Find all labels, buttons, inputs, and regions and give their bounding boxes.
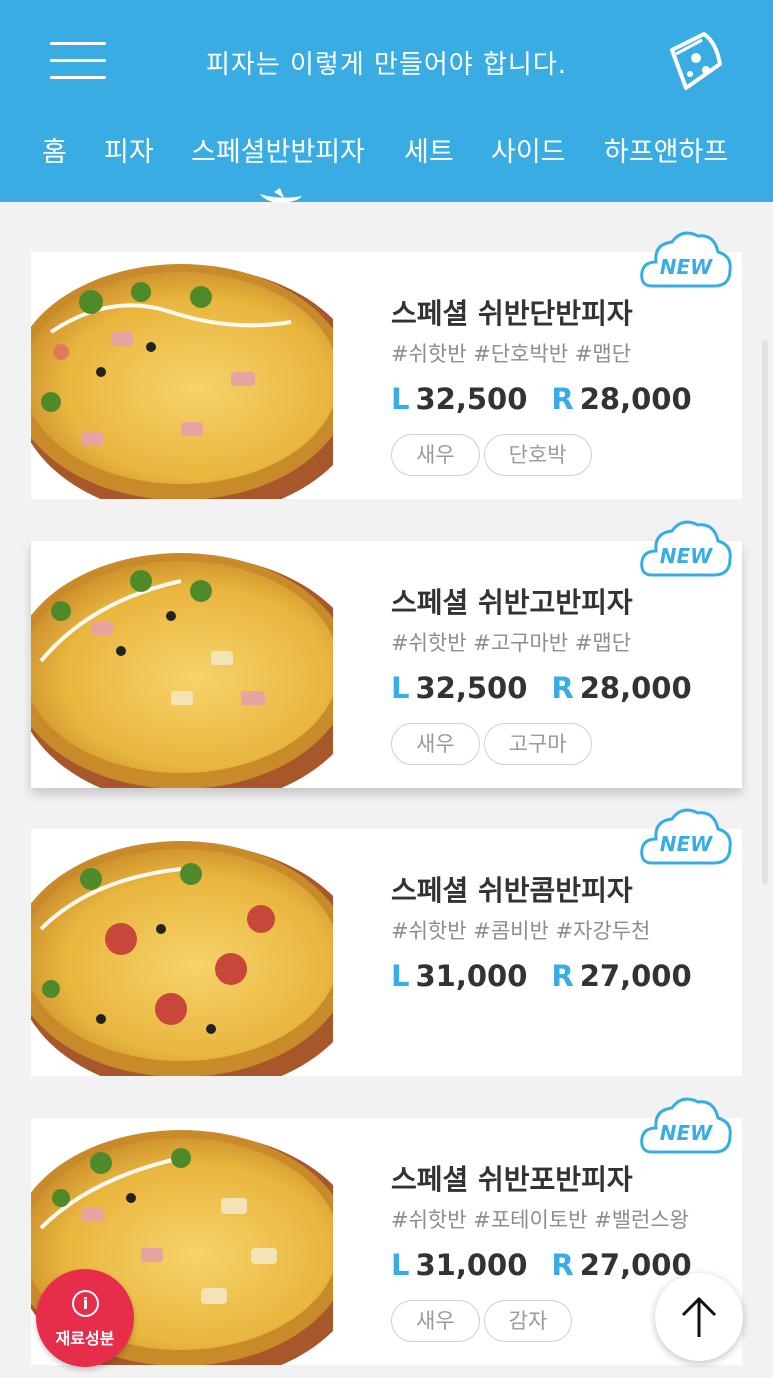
product-name: 스페셜 쉬반포반피자 — [391, 1163, 633, 1196]
scrollbar[interactable] — [762, 340, 768, 885]
size-r-label: R — [551, 1248, 574, 1282]
size-r-label: R — [551, 959, 574, 993]
ingredient-chips: 새우 감자 — [391, 1300, 576, 1342]
app-header: 피자는 이렇게 만들어야 합니다. 홈 피자 스페셜반반피자 세트 사이드 하프… — [0, 0, 773, 203]
product-card[interactable]: NEW 스페셜 쉬반포반피자 #쉬핫반 #포테이토반 #밸런스왕 L 31,000… — [31, 1097, 742, 1365]
pizza-image — [31, 264, 333, 499]
product-name: 스페셜 쉬반고반피자 — [391, 586, 633, 619]
ingredient-chips: 새우 고구마 — [391, 723, 596, 765]
product-tags: #쉬핫반 #단호박반 #맵단 — [391, 342, 632, 366]
price-l: 32,500 — [415, 382, 528, 416]
tab-half-and-half[interactable]: 하프앤하프 — [604, 130, 728, 169]
product-tags: #쉬핫반 #고구마반 #맵단 — [391, 631, 632, 655]
ingredient-chip[interactable]: 감자 — [483, 1300, 573, 1342]
arrow-up-icon — [681, 1296, 717, 1337]
active-tab-plane-icon — [260, 188, 302, 203]
product-card[interactable]: NEW 스페셜 쉬반고반피자 #쉬핫반 #고구마반 #맵단 L 32,500 R 28… — [31, 520, 742, 788]
product-prices: L 32,500 R 28,000 — [391, 382, 692, 416]
product-prices: L 31,000 R 27,000 — [391, 1248, 692, 1282]
price-r: 27,000 — [579, 1248, 692, 1282]
svg-text:NEW: NEW — [660, 832, 713, 856]
price-r: 27,000 — [579, 959, 692, 993]
price-l: 31,000 — [415, 1248, 528, 1282]
product-name: 스페셜 쉬반콤반피자 — [391, 874, 633, 907]
tab-set[interactable]: 세트 — [404, 130, 454, 169]
new-badge-icon: NEW — [640, 231, 732, 288]
tab-home[interactable]: 홈 — [42, 130, 67, 169]
svg-text:NEW: NEW — [660, 1121, 713, 1145]
product-tags: #쉬핫반 #포테이토반 #밸런스왕 — [391, 1208, 689, 1232]
pizza-image — [31, 553, 333, 788]
ingredient-chip[interactable]: 새우 — [391, 723, 480, 765]
size-l-label: L — [391, 671, 410, 705]
size-l-label: L — [391, 1248, 410, 1282]
product-card[interactable]: NEW 스페셜 쉬반콤반피자 #쉬핫반 #콤비반 #자강두천 L 31,000 R 2… — [31, 808, 742, 1076]
pizza-slice-logo-icon[interactable] — [666, 30, 724, 92]
scroll-to-top-button[interactable] — [655, 1273, 743, 1361]
svg-text:NEW: NEW — [660, 255, 713, 279]
pizza-image — [31, 841, 333, 1076]
product-prices: L 31,000 R 27,000 — [391, 959, 692, 993]
product-name: 스페셜 쉬반단반피자 — [391, 297, 633, 330]
product-prices: L 32,500 R 28,000 — [391, 671, 692, 705]
ingredient-chip[interactable]: 고구마 — [483, 723, 592, 765]
ingredient-info-label: 재료성분 — [55, 1329, 115, 1348]
price-r: 28,000 — [579, 671, 692, 705]
size-r-label: R — [551, 671, 574, 705]
size-l-label: L — [391, 959, 410, 993]
price-r: 28,000 — [579, 382, 692, 416]
product-tags: #쉬핫반 #콤비반 #자강두천 — [391, 919, 651, 943]
size-l-label: L — [391, 382, 410, 416]
info-icon: i — [72, 1290, 99, 1317]
ingredient-chip[interactable]: 새우 — [391, 1300, 480, 1342]
ingredient-chip[interactable]: 새우 — [391, 434, 480, 476]
tab-special-half[interactable]: 스페셜반반피자 — [191, 130, 365, 169]
product-card[interactable]: NEW 스페셜 쉬반단반피자 #쉬핫반 #단호박반 #맵단 L 32,500 R 28… — [31, 231, 742, 499]
svg-text:NEW: NEW — [660, 544, 713, 568]
price-l: 32,500 — [415, 671, 528, 705]
category-tabs: 홈 피자 스페셜반반피자 세트 사이드 하프앤하프 — [0, 130, 773, 174]
tab-pizza[interactable]: 피자 — [104, 130, 154, 169]
page-title: 피자는 이렇게 만들어야 합니다. — [205, 50, 568, 80]
price-l: 31,000 — [415, 959, 528, 993]
new-badge-icon: NEW — [640, 808, 732, 865]
new-badge-icon: NEW — [640, 1097, 732, 1154]
ingredient-info-button[interactable]: i 재료성분 — [36, 1269, 134, 1367]
ingredient-chips: 새우 단호박 — [391, 434, 596, 476]
tab-side[interactable]: 사이드 — [491, 130, 566, 169]
ingredient-chip[interactable]: 단호박 — [483, 434, 592, 476]
size-r-label: R — [551, 382, 574, 416]
new-badge-icon: NEW — [640, 520, 732, 577]
